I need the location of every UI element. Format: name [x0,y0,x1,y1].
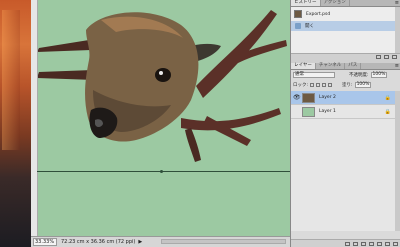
fill-label: 塗り: [342,83,353,88]
tab-history[interactable]: ヒストリー [291,0,321,6]
horizontal-scrollbar[interactable] [161,239,286,244]
adjustment-layer-icon[interactable] [369,241,374,246]
layer-name: Layer 2 [319,95,336,100]
lock-row: ロック: 塗り: 100% [291,82,400,88]
panel-dock: ヒストリー アクション ≡ Export.psd 開く レイヤー チャンネル パ… [290,0,400,247]
new-snapshot-icon[interactable] [384,55,389,59]
layer-thumbnail [302,92,315,103]
lock-icon: 🔒 [384,108,391,115]
lock-pixels-icon[interactable] [316,83,321,87]
history-item-label: Export.psd [306,11,331,17]
opacity-input[interactable]: 100% [370,72,387,78]
image-thumbnail-icon [294,10,302,18]
tab-paths[interactable]: パス [345,63,362,69]
status-bar: 33.33% 72.23 cm x 36.36 cm (72 ppi) ▶ [31,236,290,247]
history-item-label: 開く [305,24,314,29]
opacity-label: 不透明度: [349,73,369,78]
guide-handle[interactable] [160,170,163,173]
panel-menu-icon[interactable]: ≡ [393,63,400,69]
new-group-icon[interactable] [377,241,382,246]
layer-row-layer-1[interactable]: Layer 1 🔒 [291,105,395,119]
blend-row: 通常 不透明度: 100% [291,72,400,78]
lock-all-icon[interactable] [328,83,333,87]
layers-scrollbar[interactable] [395,91,400,231]
vertical-ruler[interactable] [31,0,38,236]
history-item-open[interactable]: 開く [291,21,395,31]
history-tabbar: ヒストリー アクション ≡ [291,0,400,7]
lock-icon: 🔒 [384,94,391,101]
layers-panel: レイヤー チャンネル パス ≡ 通常 不透明度: 100% ロック: 塗り: 1… [291,63,400,247]
layers-footer [291,239,400,247]
desktop-background [0,0,31,247]
document-size-text: 72.23 cm x 36.36 cm (72 ppi) [61,239,136,245]
layer-name: Layer 1 [319,109,336,114]
link-layers-icon[interactable] [345,241,350,246]
new-layer-icon[interactable] [385,241,390,246]
layer-mask-icon[interactable] [361,241,366,246]
lock-transparent-icon[interactable] [310,83,315,87]
tab-channels[interactable]: チャンネル [316,63,346,69]
tab-layers[interactable]: レイヤー [291,63,316,69]
history-footer [291,53,400,60]
history-list: Export.psd 開く [291,7,395,53]
status-menu-arrow-icon[interactable]: ▶ [138,239,142,245]
blend-mode-select[interactable]: 通常 [293,72,335,78]
deer-image [37,10,287,162]
layer-style-icon[interactable] [353,241,358,246]
document-canvas[interactable] [31,0,290,236]
layer-list: 👁 Layer 2 🔒 Layer 1 🔒 [291,91,395,231]
trash-icon[interactable] [392,55,397,59]
layers-tabbar: レイヤー チャンネル パス ≡ [291,63,400,70]
eye-icon[interactable]: 👁 [293,94,301,101]
tab-actions[interactable]: アクション [321,0,350,6]
brush-icon [295,23,301,29]
fill-input[interactable]: 100% [354,82,371,88]
lock-position-icon[interactable] [322,83,327,87]
history-panel: ヒストリー アクション ≡ Export.psd 開く [291,0,400,60]
layer-thumbnail [302,106,315,117]
history-item-snapshot[interactable]: Export.psd [291,9,395,19]
panel-menu-icon[interactable]: ≡ [393,0,400,6]
history-scrollbar[interactable] [395,7,400,53]
zoom-field[interactable]: 33.33% [33,238,57,246]
layer-row-layer-2[interactable]: 👁 Layer 2 🔒 [291,91,395,105]
trash-icon[interactable] [393,241,398,246]
lock-label: ロック: [293,83,309,88]
new-document-icon[interactable] [376,55,381,59]
